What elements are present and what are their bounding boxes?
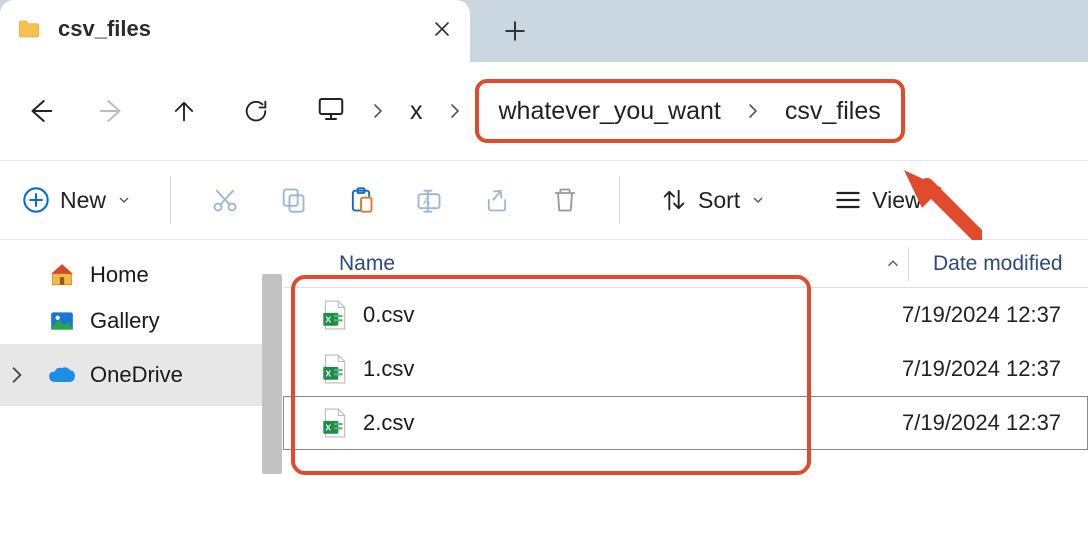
sidebar-item-gallery[interactable]: Gallery xyxy=(0,298,282,344)
chevron-right-icon xyxy=(370,103,386,119)
chevron-right-icon xyxy=(745,103,761,119)
plus-icon xyxy=(505,21,525,41)
file-row[interactable]: X 0.csv 7/19/2024 12:37 xyxy=(283,288,1088,342)
new-tab-button[interactable] xyxy=(500,16,530,46)
column-date[interactable]: Date modified xyxy=(909,252,1088,276)
chevron-down-icon xyxy=(118,194,130,206)
monitor-icon xyxy=(316,94,346,124)
sort-button[interactable]: Sort xyxy=(660,186,764,214)
chevron-down-icon xyxy=(934,194,946,206)
breadcrumb-pc[interactable] xyxy=(316,94,346,129)
scrollbar-thumb[interactable] xyxy=(262,274,282,474)
onedrive-icon xyxy=(48,362,76,388)
plus-circle-icon xyxy=(22,186,50,214)
sort-label: Sort xyxy=(698,187,740,214)
breadcrumb-seg-3[interactable]: csv_files xyxy=(785,97,881,126)
rename-button[interactable]: A xyxy=(415,186,443,214)
rename-icon: A xyxy=(415,186,443,214)
paste-button[interactable] xyxy=(347,186,375,214)
csv-file-icon: X xyxy=(321,408,347,438)
sort-indicator xyxy=(878,259,908,268)
toolbar: New A Sort View xyxy=(0,160,1088,240)
separator xyxy=(619,176,620,224)
view-button[interactable]: View xyxy=(834,186,945,214)
new-label: New xyxy=(60,187,106,214)
column-name[interactable]: Name xyxy=(283,252,878,276)
refresh-button[interactable] xyxy=(232,87,280,135)
sidebar-item-onedrive[interactable]: OneDrive xyxy=(0,344,282,406)
new-button[interactable]: New xyxy=(22,186,130,214)
svg-text:X: X xyxy=(325,315,331,325)
chevron-down-icon xyxy=(752,194,764,206)
share-button[interactable] xyxy=(483,186,511,214)
copy-button[interactable] xyxy=(279,186,307,214)
file-name-label: 0.csv xyxy=(363,302,414,328)
arrow-left-icon xyxy=(25,96,55,126)
file-date-label: 7/19/2024 12:37 xyxy=(878,410,1061,436)
file-list: Name Date modified X 0.csv 7/19/2024 12:… xyxy=(283,240,1088,534)
active-tab[interactable]: csv_files xyxy=(0,0,470,62)
view-icon xyxy=(834,186,862,214)
sort-icon xyxy=(660,186,688,214)
forward-button[interactable] xyxy=(88,87,136,135)
close-tab-button[interactable] xyxy=(432,19,452,39)
tab-title: csv_files xyxy=(58,16,432,42)
file-name-label: 2.csv xyxy=(363,410,414,436)
file-row[interactable]: X 1.csv 7/19/2024 12:37 xyxy=(283,342,1088,396)
sidebar-item-home[interactable]: Home xyxy=(0,252,282,298)
gallery-icon xyxy=(48,308,76,334)
close-icon xyxy=(434,21,450,37)
column-headers: Name Date modified xyxy=(283,240,1088,288)
home-icon xyxy=(48,262,76,288)
breadcrumb-seg-2[interactable]: whatever_you_want xyxy=(499,97,721,126)
arrow-up-icon xyxy=(170,97,198,125)
navigation-bar: x whatever_you_want csv_files xyxy=(0,62,1088,160)
svg-text:X: X xyxy=(325,369,331,379)
csv-file-icon: X xyxy=(321,300,347,330)
arrow-right-icon xyxy=(97,96,127,126)
sidebar: Home Gallery OneDrive xyxy=(0,240,283,534)
scissors-icon xyxy=(211,186,239,214)
file-date-label: 7/19/2024 12:37 xyxy=(878,356,1061,382)
chevron-right-icon xyxy=(447,103,463,119)
up-button[interactable] xyxy=(160,87,208,135)
share-icon xyxy=(483,186,511,214)
sidebar-item-label: Home xyxy=(90,262,149,288)
file-row[interactable]: X 2.csv 7/19/2024 12:37 xyxy=(283,396,1088,450)
delete-button[interactable] xyxy=(551,186,579,214)
paste-icon xyxy=(347,186,375,214)
breadcrumb-highlight: whatever_you_want csv_files xyxy=(475,79,905,143)
tab-strip: csv_files xyxy=(0,0,1088,62)
breadcrumb-prefix: x xyxy=(312,79,467,143)
folder-icon xyxy=(18,20,40,38)
separator xyxy=(170,176,171,224)
back-button[interactable] xyxy=(16,87,64,135)
refresh-icon xyxy=(242,97,270,125)
sidebar-item-label: Gallery xyxy=(90,308,160,334)
file-name-label: 1.csv xyxy=(363,356,414,382)
breadcrumb-seg-1[interactable]: x xyxy=(410,97,423,126)
file-date-label: 7/19/2024 12:37 xyxy=(878,302,1061,328)
main-area: Home Gallery OneDrive Name Date modified… xyxy=(0,240,1088,534)
sidebar-item-label: OneDrive xyxy=(90,362,183,388)
svg-text:X: X xyxy=(325,423,331,433)
copy-icon xyxy=(279,186,307,214)
trash-icon xyxy=(551,186,579,214)
svg-text:A: A xyxy=(423,196,430,208)
cut-button[interactable] xyxy=(211,186,239,214)
chevron-right-icon[interactable] xyxy=(8,366,26,384)
view-label: View xyxy=(872,187,921,214)
csv-file-icon: X xyxy=(321,354,347,384)
chevron-up-icon xyxy=(886,259,900,268)
